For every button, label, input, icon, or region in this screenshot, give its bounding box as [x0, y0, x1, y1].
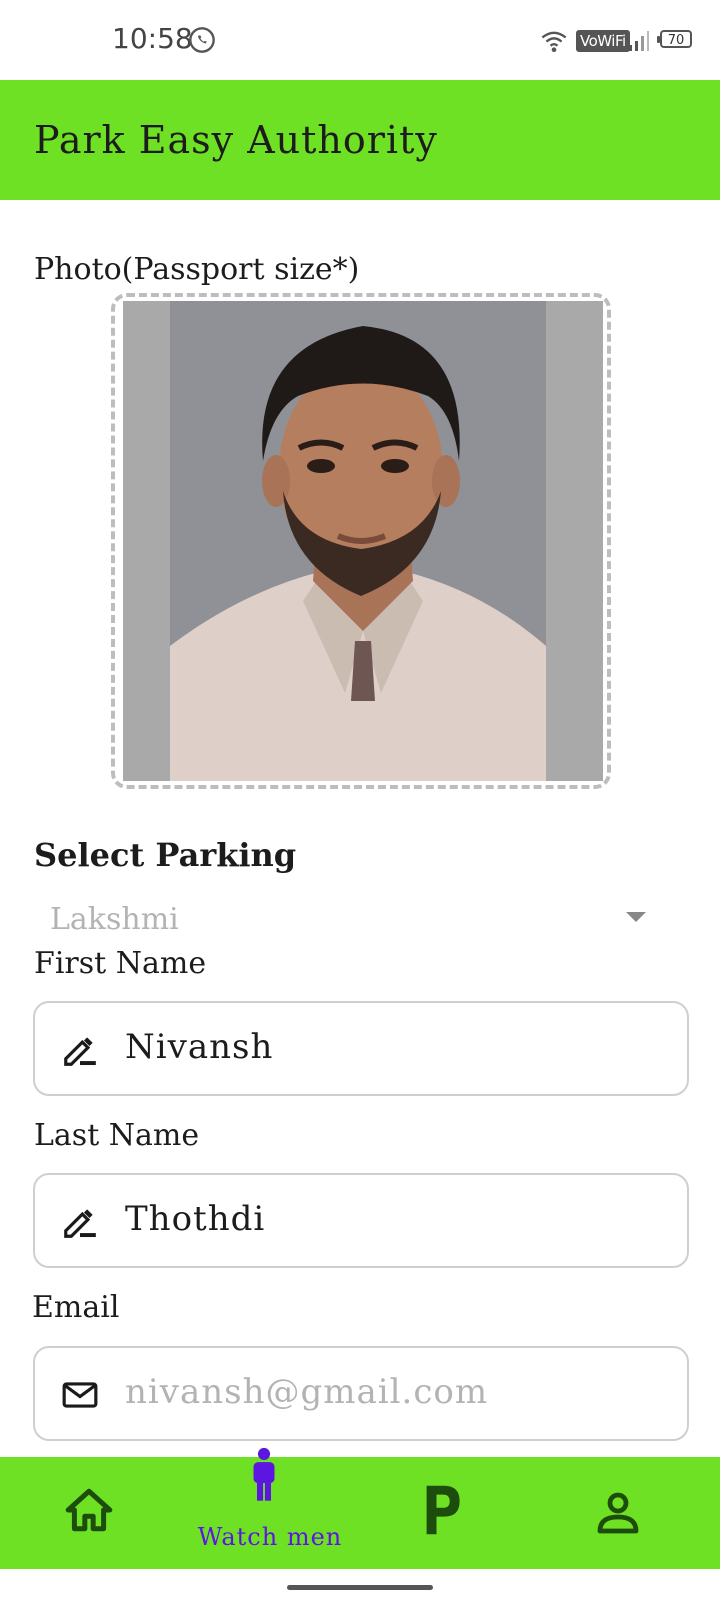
status-bar: 10:58 VoWiFi 70: [0, 0, 720, 80]
last-name-label: Last Name: [34, 1118, 200, 1153]
first-name-field[interactable]: Nivansh: [33, 1001, 689, 1096]
bottom-navigation: Watch men: [0, 1447, 720, 1569]
email-field[interactable]: nivansh@gmail.com: [33, 1346, 689, 1441]
vowifi-badge: VoWiFi: [576, 30, 630, 52]
signal-icon: [629, 31, 649, 51]
status-time: 10:58: [112, 22, 193, 55]
wifi-icon: [541, 31, 567, 53]
nav-label-watchmen: Watch men: [197, 1523, 343, 1551]
person-photo: [123, 301, 603, 781]
nav-item-watchmen[interactable]: Watch men: [180, 1447, 360, 1569]
nav-item-home[interactable]: [0, 1457, 180, 1569]
parking-dropdown[interactable]: Lakshmi: [34, 890, 674, 946]
nav-item-profile[interactable]: [540, 1457, 720, 1569]
nav-item-parking[interactable]: [360, 1457, 540, 1569]
first-name-label: First Name: [34, 946, 207, 981]
email-label: Email: [32, 1290, 120, 1325]
photo-upload-area[interactable]: [111, 293, 611, 789]
select-parking-label: Select Parking: [34, 836, 297, 874]
home-indicator[interactable]: [287, 1585, 433, 1590]
edit-icon: [64, 1209, 96, 1238]
app-title: Park Easy Authority: [34, 118, 438, 162]
home-icon: [65, 1488, 113, 1532]
whatsapp-icon: [189, 27, 215, 53]
first-name-value: Nivansh: [125, 1027, 274, 1067]
person-standing-icon: [253, 1447, 275, 1501]
app-bar: Park Easy Authority: [0, 80, 720, 200]
battery-indicator: 70: [657, 30, 692, 48]
passport-photo: [123, 301, 603, 781]
photo-label: Photo(Passport size*): [34, 252, 360, 287]
parking-selected-value: Lakshmi: [50, 902, 179, 937]
parking-icon: [426, 1485, 460, 1535]
email-input: nivansh@gmail.com: [125, 1372, 489, 1412]
mail-icon: [62, 1382, 98, 1408]
dropdown-arrow-icon: [626, 912, 646, 922]
last-name-value: Thothdi: [125, 1199, 266, 1239]
profile-icon: [597, 1492, 639, 1534]
last-name-field[interactable]: Thothdi: [33, 1173, 689, 1268]
edit-icon: [64, 1037, 96, 1066]
